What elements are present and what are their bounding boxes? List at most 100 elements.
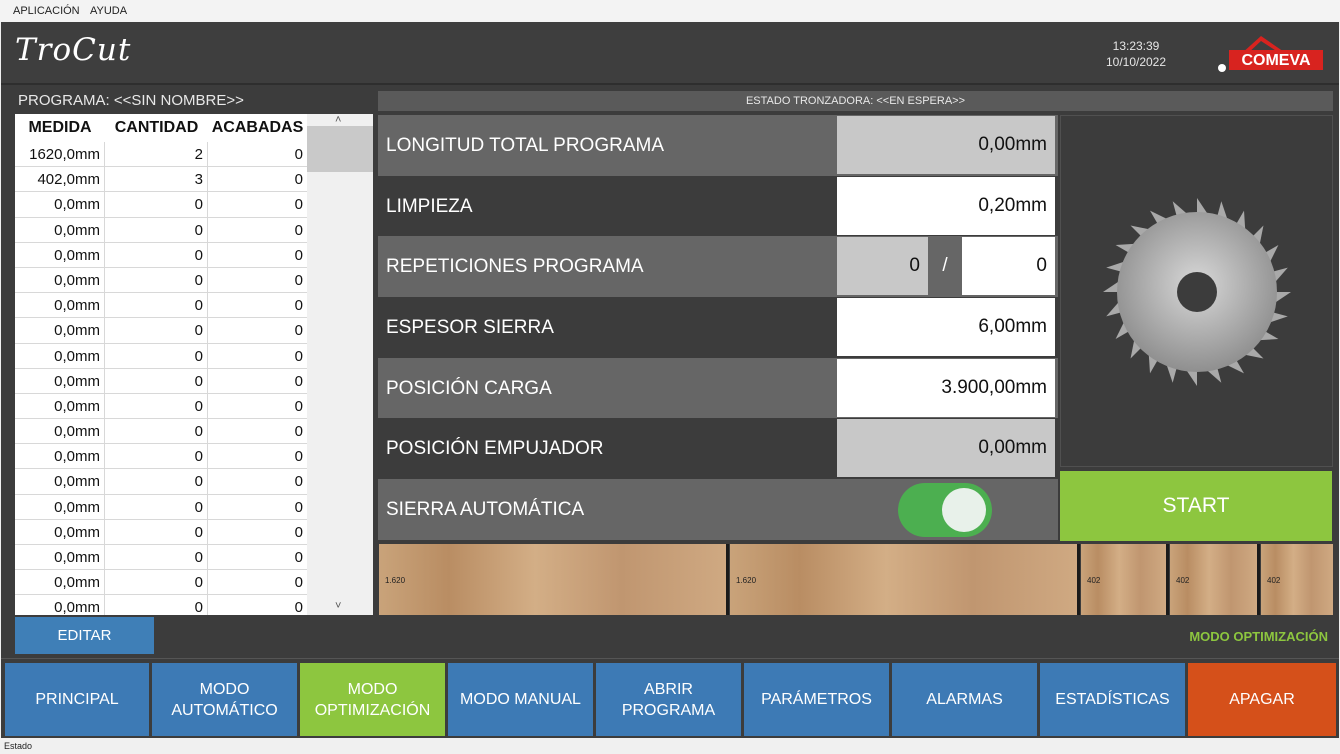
- cell-cantidad: 0: [105, 368, 208, 393]
- param-label: REPETICIONES PROGRAMA: [386, 256, 644, 277]
- cell-cantidad: 0: [105, 494, 208, 519]
- nav-modo-optimizacion[interactable]: MODO OPTIMIZACIÓN: [300, 663, 445, 736]
- cell-acabadas: 0: [294, 397, 303, 415]
- cell-medida: 1620,0mm: [15, 142, 105, 167]
- cell-medida: 0,0mm: [15, 267, 105, 293]
- cell-cantidad: 0: [105, 267, 208, 293]
- cell-acabadas: 0: [294, 271, 303, 289]
- col-cantidad: CANTIDAD: [114, 119, 199, 136]
- table-row[interactable]: 0,0mm 0 0: [15, 318, 307, 344]
- cell-cantidad: 0: [105, 419, 208, 444]
- cell-medida: 0,0mm: [15, 494, 105, 519]
- table-row[interactable]: 0,0mm 0 0: [15, 519, 307, 545]
- cell-medida: 0,0mm: [15, 293, 105, 318]
- app-title: TroCut: [15, 32, 132, 68]
- table-row[interactable]: 0,0mm 0 0: [15, 393, 307, 420]
- table-row[interactable]: 0,0mm 0 0: [15, 444, 307, 470]
- piece-label: 1.620: [385, 576, 406, 585]
- table-row[interactable]: 0,0mm 0 0: [15, 192, 307, 218]
- param-label: LIMPIEZA: [386, 196, 473, 217]
- edit-button[interactable]: EDITAR: [15, 617, 154, 654]
- table-row[interactable]: 1620,0mm 2 0: [15, 142, 307, 168]
- table-row[interactable]: 402,0mm 3 0: [15, 167, 307, 193]
- table-row[interactable]: 0,0mm 0 0: [15, 595, 307, 615]
- longitud-value: 0,00mm: [837, 116, 1055, 174]
- nav-apagar[interactable]: APAGAR: [1188, 663, 1336, 736]
- wood-piece: 1.620: [379, 544, 729, 615]
- nav-parametros[interactable]: PARÁMETROS: [744, 663, 889, 736]
- cell-acabadas: 0: [294, 246, 303, 264]
- saw-blade-icon: [1103, 198, 1291, 386]
- clock: 13:23:39 10/10/2022: [1091, 38, 1181, 70]
- status-bar: Estado: [0, 738, 1340, 754]
- cell-cantidad: 3: [105, 167, 208, 192]
- cell-medida: 0,0mm: [15, 545, 105, 570]
- start-button[interactable]: START: [1060, 471, 1332, 541]
- cell-medida: 0,0mm: [15, 393, 105, 419]
- cuts-table[interactable]: MEDIDA CANTIDAD ACABADAS 1620,0mm 2 0 402,0…: [15, 114, 307, 615]
- param-carga: POSICIÓN CARGA 3.900,00mm: [378, 358, 1058, 419]
- espesor-input[interactable]: 6,00mm: [837, 298, 1055, 356]
- cell-acabadas: 0: [294, 448, 303, 466]
- table-row[interactable]: 0,0mm 0 0: [15, 217, 307, 243]
- cell-acabadas: 0: [294, 523, 303, 541]
- bottom-nav: PRINCIPAL MODO AUTOMÁTICO MODO OPTIMIZAC…: [1, 658, 1339, 738]
- wood-piece: 402: [1170, 544, 1260, 615]
- table-row[interactable]: 0,0mm 0 0: [15, 293, 307, 319]
- clock-date: 10/10/2022: [1105, 55, 1167, 69]
- cell-medida: 0,0mm: [15, 217, 105, 242]
- menu-ayuda[interactable]: AYUDA: [90, 5, 127, 17]
- table-row[interactable]: 0,0mm 0 0: [15, 494, 307, 520]
- table-body: 1620,0mm 2 0 402,0mm 3 0 0,0mm 0 0 0,0mm 0 0 0,0mm 0 0…: [15, 142, 307, 615]
- sierra-auto-toggle[interactable]: [898, 483, 992, 537]
- nav-modo-manual[interactable]: MODO MANUAL: [448, 663, 593, 736]
- cell-cantidad: 0: [105, 217, 208, 242]
- scroll-thumb[interactable]: [307, 126, 373, 172]
- repeticiones-done: 0: [837, 237, 928, 295]
- nav-alarmas[interactable]: ALARMAS: [892, 663, 1037, 736]
- piece-label: 402: [1087, 576, 1101, 585]
- table-scrollbar[interactable]: ˄ ˅: [307, 114, 373, 615]
- param-empujador: POSICIÓN EMPUJADOR 0,00mm: [378, 418, 1058, 479]
- cell-medida: 0,0mm: [15, 242, 105, 267]
- param-repeticiones: REPETICIONES PROGRAMA 0 / 0: [378, 236, 1058, 297]
- nav-modo-automatico[interactable]: MODO AUTOMÁTICO: [152, 663, 297, 736]
- param-label: POSICIÓN EMPUJADOR: [386, 438, 604, 459]
- menu-bar: APLICACIÓN AYUDA: [0, 0, 1340, 22]
- nav-principal[interactable]: PRINCIPAL: [5, 663, 149, 736]
- cell-cantidad: 0: [105, 293, 208, 318]
- table-header: MEDIDA CANTIDAD ACABADAS: [15, 114, 307, 142]
- table-row[interactable]: 0,0mm 0 0: [15, 545, 307, 571]
- cell-medida: 0,0mm: [15, 368, 105, 393]
- comeva-logo: COMEVA: [1213, 28, 1325, 78]
- clock-time: 13:23:39: [1112, 39, 1160, 53]
- table-row[interactable]: 0,0mm 0 0: [15, 570, 307, 596]
- col-acabadas: ACABADAS: [211, 119, 304, 136]
- nav-abrir-programa[interactable]: ABRIR PROGRAMA: [596, 663, 741, 736]
- empujador-value: 0,00mm: [837, 419, 1055, 477]
- nav-estadisticas[interactable]: ESTADÍSTICAS: [1040, 663, 1185, 736]
- table-row[interactable]: 0,0mm 0 0: [15, 368, 307, 394]
- limpieza-input[interactable]: 0,20mm: [837, 177, 1055, 235]
- cell-cantidad: 0: [105, 545, 208, 570]
- saw-image-panel: [1060, 115, 1333, 467]
- table-row[interactable]: 0,0mm 0 0: [15, 419, 307, 445]
- cell-medida: 0,0mm: [15, 343, 105, 368]
- carga-input[interactable]: 3.900,00mm: [837, 359, 1055, 417]
- cell-acabadas: 0: [294, 347, 303, 365]
- table-row[interactable]: 0,0mm 0 0: [15, 469, 307, 495]
- table-row[interactable]: 0,0mm 0 0: [15, 242, 307, 268]
- cell-cantidad: 0: [105, 393, 208, 419]
- scroll-down-icon[interactable]: ˅: [335, 600, 341, 612]
- repeticiones-input[interactable]: 0: [962, 237, 1055, 295]
- piece-label: 402: [1176, 576, 1190, 585]
- param-label: POSICIÓN CARGA: [386, 378, 552, 399]
- cell-cantidad: 0: [105, 444, 208, 469]
- toggle-knob[interactable]: [942, 488, 986, 532]
- table-row[interactable]: 0,0mm 0 0: [15, 267, 307, 294]
- menu-aplicacion[interactable]: APLICACIÓN: [13, 5, 80, 17]
- col-medida: MEDIDA: [28, 119, 92, 136]
- scroll-up-icon[interactable]: ˄: [335, 114, 341, 126]
- cell-acabadas: 0: [294, 146, 303, 163]
- table-row[interactable]: 0,0mm 0 0: [15, 343, 307, 369]
